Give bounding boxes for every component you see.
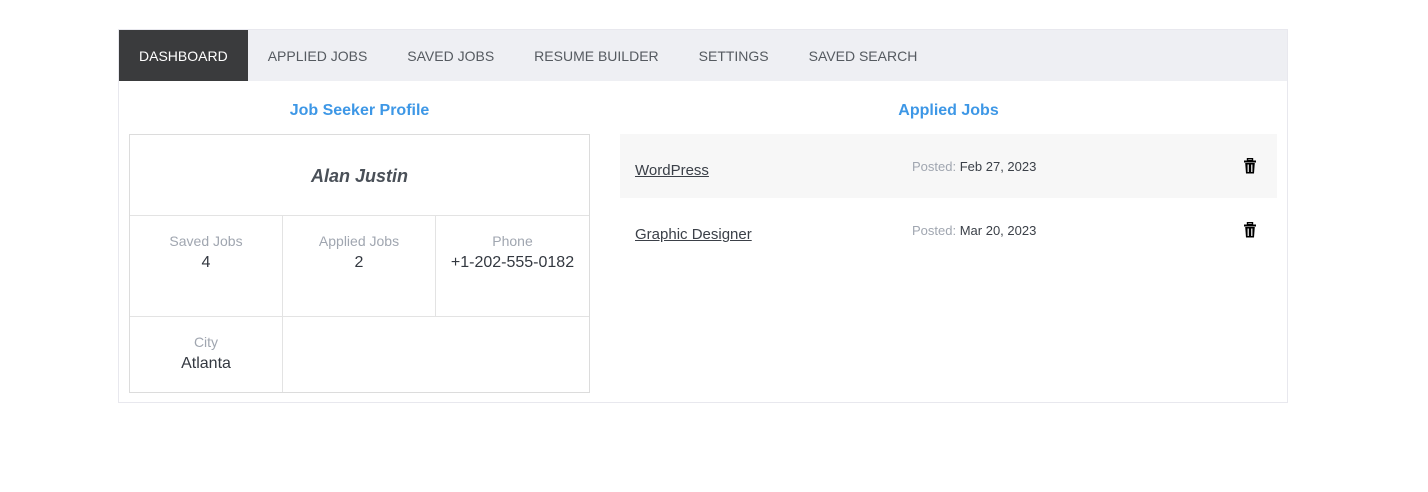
tab-saved-jobs[interactable]: SAVED JOBS <box>387 30 514 81</box>
profile-card: Alan Justin Saved Jobs 4 Applied Jobs 2 … <box>129 134 590 393</box>
posted-label: Posted: <box>912 223 957 238</box>
phone-stat: Phone +1-202-555-0182 <box>436 216 589 316</box>
empty-cell <box>283 317 589 392</box>
applied-jobs-stat: Applied Jobs 2 <box>283 216 436 316</box>
phone-value: +1-202-555-0182 <box>450 254 575 271</box>
applied-jobs-column: Applied Jobs WordPress Posted: Feb 27, 2… <box>620 81 1277 262</box>
city-stat: City Atlanta <box>130 317 283 392</box>
applied-jobs-heading: Applied Jobs <box>898 102 999 119</box>
saved-jobs-value: 4 <box>201 254 211 271</box>
profile-stats-row: Saved Jobs 4 Applied Jobs 2 Phone +1-202… <box>130 216 589 317</box>
tab-dashboard[interactable]: DASHBOARD <box>119 30 248 81</box>
saved-jobs-stat: Saved Jobs 4 <box>130 216 283 316</box>
dashboard-panel: DASHBOARD APPLIED JOBS SAVED JOBS RESUME… <box>118 29 1288 403</box>
saved-jobs-label: Saved Jobs <box>169 233 243 249</box>
trash-icon[interactable] <box>1243 222 1257 238</box>
profile-name: Alan Justin <box>130 135 589 216</box>
posted-date: Mar 20, 2023 <box>959 223 1037 238</box>
tab-resume-builder[interactable]: RESUME BUILDER <box>514 30 678 81</box>
city-label: City <box>193 334 219 350</box>
city-value: Atlanta <box>181 355 231 372</box>
trash-icon[interactable] <box>1243 158 1257 174</box>
tab-bar: DASHBOARD APPLIED JOBS SAVED JOBS RESUME… <box>119 30 1287 81</box>
job-posted-date: Posted: Mar 20, 2023 <box>912 223 1036 238</box>
job-posted-date: Posted: Feb 27, 2023 <box>912 159 1036 174</box>
applied-jobs-label: Applied Jobs <box>318 233 400 249</box>
job-title-link[interactable]: Graphic Designer <box>635 226 752 243</box>
job-row: WordPress Posted: Feb 27, 2023 <box>620 134 1277 198</box>
tab-saved-search[interactable]: SAVED SEARCH <box>789 30 938 81</box>
profile-column: Job Seeker Profile Alan Justin Saved Job… <box>129 81 590 393</box>
applied-jobs-value: 2 <box>354 254 364 271</box>
tab-settings[interactable]: SETTINGS <box>679 30 789 81</box>
tab-applied-jobs[interactable]: APPLIED JOBS <box>248 30 388 81</box>
profile-city-row: City Atlanta <box>130 317 589 392</box>
posted-date: Feb 27, 2023 <box>959 159 1037 174</box>
job-title-link[interactable]: WordPress <box>635 162 709 179</box>
profile-heading: Job Seeker Profile <box>289 102 430 119</box>
phone-label: Phone <box>492 233 533 249</box>
posted-label: Posted: <box>912 159 957 174</box>
job-row: Graphic Designer Posted: Mar 20, 2023 <box>620 198 1277 262</box>
